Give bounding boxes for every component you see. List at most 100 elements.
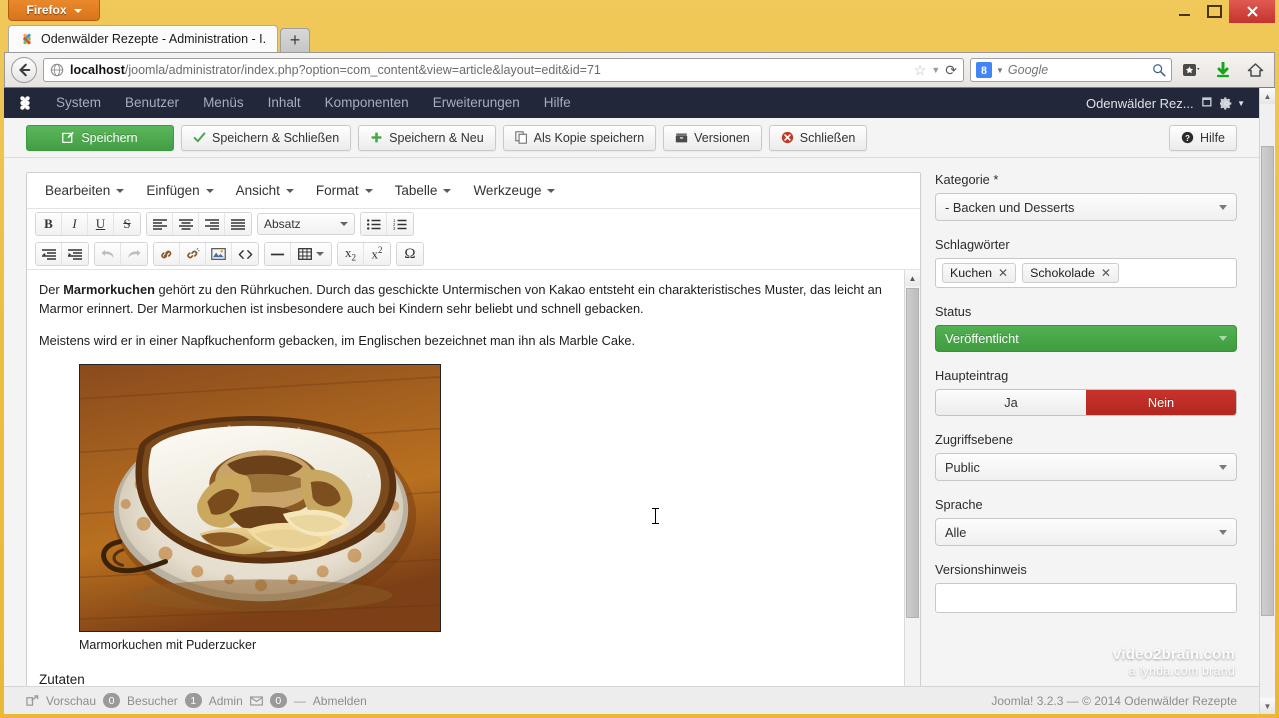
joomla-logo-icon[interactable] xyxy=(14,92,36,114)
bullet-list-button[interactable] xyxy=(361,213,387,235)
tag-label: Kuchen xyxy=(950,266,993,280)
editor-column: Bearbeiten Einfügen Ansicht Format Tabel… xyxy=(26,172,921,714)
status-select[interactable]: Veröffentlicht xyxy=(935,325,1237,352)
insert-link-button[interactable] xyxy=(154,243,180,265)
kategorie-select[interactable]: - Backen und Desserts xyxy=(935,193,1237,221)
bookmarks-menu-button[interactable] xyxy=(1178,58,1204,82)
url-host: localhost xyxy=(70,63,125,77)
editor-scroll-thumb[interactable] xyxy=(906,288,919,618)
admin-menu-item-inhalt[interactable]: Inhalt xyxy=(256,88,313,118)
editor-content-area[interactable]: Der Marmorkuchen gehört zu den Rührkuche… xyxy=(27,269,920,713)
back-button[interactable] xyxy=(11,57,37,83)
align-left-button[interactable] xyxy=(147,213,173,235)
editor-menu-werkzeuge[interactable]: Werkzeuge xyxy=(463,179,565,202)
remove-tag-icon[interactable]: ✕ xyxy=(998,266,1008,280)
new-tab-button[interactable]: + xyxy=(280,28,310,52)
source-code-button[interactable] xyxy=(232,243,258,265)
site-name-label[interactable]: Odenwälder Rez... xyxy=(1086,96,1194,111)
format-select[interactable]: Absatz xyxy=(257,213,355,235)
numbered-list-button[interactable]: 123 xyxy=(387,213,413,235)
align-center-button[interactable] xyxy=(173,213,199,235)
insert-image-button[interactable] xyxy=(206,243,232,265)
reload-icon[interactable]: ⟳ xyxy=(945,62,957,79)
versionshinweis-label: Versionshinweis xyxy=(935,562,1027,577)
address-bar-icons: ☆ ▼ ⟳ xyxy=(914,62,957,79)
search-bar[interactable]: 8 ▼ Google xyxy=(970,58,1172,82)
save-new-button[interactable]: Speichern & Neu xyxy=(358,124,496,151)
haupteintrag-ja-option[interactable]: Ja xyxy=(936,390,1086,415)
page-scroll-thumb[interactable] xyxy=(1261,146,1274,616)
indent-button[interactable] xyxy=(62,243,88,265)
special-character-button[interactable]: Ω xyxy=(397,243,423,265)
page-scroll-up-icon[interactable]: ▲ xyxy=(1260,88,1275,104)
align-right-button[interactable] xyxy=(199,213,225,235)
menu-label: Ansicht xyxy=(235,183,280,198)
article-image[interactable] xyxy=(79,363,441,632)
versionshinweis-input[interactable] xyxy=(935,583,1237,613)
chevron-down-icon xyxy=(1219,336,1227,341)
editor-menu-bearbeiten[interactable]: Bearbeiten xyxy=(35,179,134,202)
outdent-button[interactable] xyxy=(36,243,62,265)
tag-item[interactable]: Kuchen ✕ xyxy=(942,263,1017,283)
underline-button[interactable]: U xyxy=(88,213,114,235)
footer-besucher-link[interactable]: Besucher xyxy=(127,694,178,708)
italic-button[interactable]: I xyxy=(62,213,88,235)
editor-scrollbar[interactable]: ▲ ▼ xyxy=(904,270,920,713)
page-scrollbar[interactable]: ▲ ▼ xyxy=(1259,88,1275,714)
admin-menu-item-erweiterungen[interactable]: Erweiterungen xyxy=(421,88,532,118)
versions-button[interactable]: Versionen xyxy=(663,124,762,151)
footer-vorschau-link[interactable]: Vorschau xyxy=(46,694,96,708)
home-button[interactable] xyxy=(1242,58,1268,82)
page-scroll-down-icon[interactable]: ▼ xyxy=(1260,698,1275,714)
editor-menu-tabelle[interactable]: Tabelle xyxy=(385,179,462,202)
align-justify-button[interactable] xyxy=(225,213,251,235)
strikethrough-button[interactable]: S xyxy=(114,213,140,235)
external-link-icon[interactable]: 🗖 xyxy=(1202,94,1212,113)
footer-admin-link[interactable]: Admin xyxy=(209,694,243,708)
save-as-copy-button[interactable]: Als Kopie speichern xyxy=(502,124,657,151)
admin-menu-item-benutzer[interactable]: Benutzer xyxy=(113,88,191,118)
address-bar[interactable]: localhost/joomla/administrator/index.php… xyxy=(43,58,964,82)
haupteintrag-nein-option[interactable]: Nein xyxy=(1086,390,1236,415)
horizontal-rule-button[interactable] xyxy=(265,243,291,265)
chevron-down-icon[interactable]: ▼ xyxy=(931,65,940,75)
undo-button[interactable] xyxy=(95,243,121,265)
search-input[interactable]: Google xyxy=(1008,63,1148,77)
zugriffsebene-select[interactable]: Public xyxy=(935,453,1237,481)
minimize-button[interactable] xyxy=(1169,0,1199,23)
admin-menu-item-system[interactable]: System xyxy=(44,88,113,118)
scroll-up-icon[interactable]: ▲ xyxy=(905,270,920,286)
editor-menu-ansicht[interactable]: Ansicht xyxy=(226,179,304,202)
maximize-button[interactable] xyxy=(1199,0,1229,23)
footer-abmelden-link[interactable]: Abmelden xyxy=(313,694,367,708)
admin-menu-item-menus[interactable]: Menüs xyxy=(191,88,256,118)
save-button[interactable]: Speichern xyxy=(26,124,174,151)
close-button[interactable] xyxy=(1229,0,1275,23)
downloads-button[interactable] xyxy=(1210,58,1236,82)
sprache-select[interactable]: Alle xyxy=(935,518,1237,546)
editor-menu-format[interactable]: Format xyxy=(306,179,383,202)
search-icon[interactable] xyxy=(1152,63,1166,77)
browser-tab-active[interactable]: Odenwälder Rezepte - Administration - I.… xyxy=(8,25,278,52)
tags-input[interactable]: Kuchen ✕ Schokolade ✕ xyxy=(935,258,1237,288)
chevron-down-icon[interactable]: ▼ xyxy=(996,66,1004,75)
subscript-button[interactable]: x2 xyxy=(338,243,364,265)
superscript-button[interactable]: x2 xyxy=(364,243,390,265)
admin-menu-item-hilfe[interactable]: Hilfe xyxy=(532,88,583,118)
save-close-button[interactable]: Speichern & Schließen xyxy=(181,124,352,151)
remove-tag-icon[interactable]: ✕ xyxy=(1101,266,1111,280)
close-article-button[interactable]: Schließen xyxy=(768,124,868,151)
help-button[interactable]: ? Hilfe xyxy=(1168,124,1237,151)
editor-menu-einfuegen[interactable]: Einfügen xyxy=(136,179,223,202)
redo-button[interactable] xyxy=(121,243,147,265)
tag-item[interactable]: Schokolade ✕ xyxy=(1022,263,1119,283)
chevron-down-icon xyxy=(205,188,214,193)
editor-document[interactable]: Der Marmorkuchen gehört zu den Rührkuche… xyxy=(27,270,904,713)
bookmark-star-icon[interactable]: ☆ xyxy=(914,62,927,79)
unlink-button[interactable] xyxy=(180,243,206,265)
admin-menu-item-komponenten[interactable]: Komponenten xyxy=(313,88,421,118)
bold-button[interactable]: B xyxy=(36,213,62,235)
firefox-menu-button[interactable]: Firefox xyxy=(8,0,100,21)
admin-settings-menu[interactable]: ▼ xyxy=(1220,96,1245,110)
table-button[interactable] xyxy=(291,243,331,265)
